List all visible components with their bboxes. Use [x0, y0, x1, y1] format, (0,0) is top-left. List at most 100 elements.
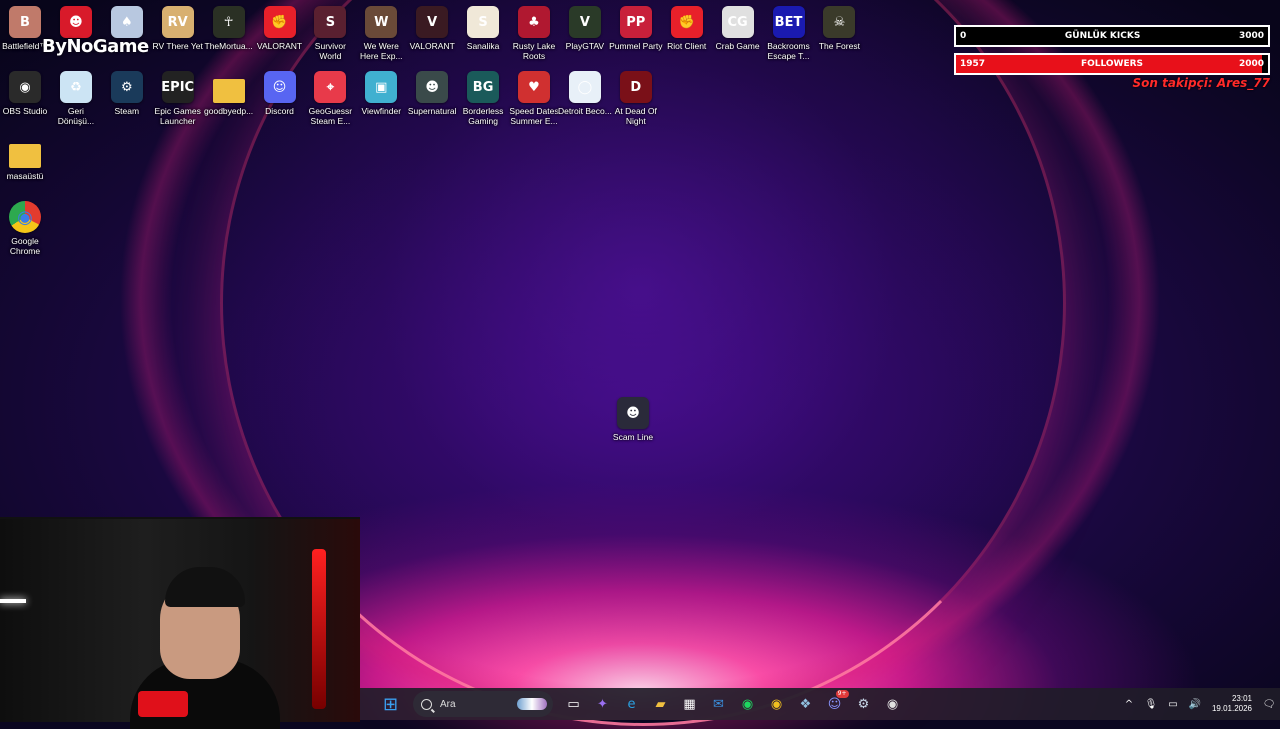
desktop-shortcut-label: The Forest: [818, 41, 860, 51]
desktop-shortcut-label: GeoGuessr Steam E...: [308, 106, 353, 126]
discord-icon[interactable]: ☺ 9+: [822, 690, 849, 717]
the-forest-icon: ☠: [823, 6, 856, 38]
desktop-shortcut[interactable]: ✊ Riot Client: [662, 6, 712, 51]
desktop-shortcut[interactable]: ☠ The Forest: [814, 6, 864, 51]
speed-dates-icon: ♥: [518, 71, 550, 103]
desktop-shortcut[interactable]: CG Crab Game: [713, 6, 763, 51]
recycle-bin-icon: ♻: [59, 71, 92, 103]
desktop-shortcut-label: Steam: [114, 106, 140, 116]
notification-icon[interactable]: 🗨: [1260, 699, 1278, 710]
battlefield-icon: B: [9, 6, 41, 38]
taskbar-app-glyph: ⊞: [382, 693, 399, 715]
webcam-feed: [0, 517, 360, 729]
desktop-shortcut-label: Google Chrome: [9, 236, 41, 256]
riot-client-icon: ✊: [670, 6, 703, 38]
kicks-current: 0: [960, 31, 967, 41]
taskbar-app-glyph: ✉: [713, 696, 724, 712]
steam-icon[interactable]: ⚙: [851, 691, 877, 717]
desktop-shortcut[interactable]: ♥ Speed Dates Summer E...: [509, 71, 559, 126]
desktop-shortcut-label: PlayGTAV: [565, 41, 605, 51]
desktop-shortcut[interactable]: ♣ Rusty Lake Roots: [509, 6, 559, 61]
tray-network-icon[interactable]: ▭: [1164, 699, 1182, 710]
scam-line-icon: ☻: [617, 397, 649, 429]
desktop-shortcut-label: Riot Client: [667, 41, 707, 51]
kicks-goal: 3000: [1238, 31, 1264, 41]
system-tray: ^ 🎙 ▭ 🔊 23:01 19.01.2026 🗨: [1118, 688, 1280, 720]
mail-icon[interactable]: ✉: [706, 691, 732, 717]
rusty-lake-icon: ♣: [518, 6, 550, 38]
chrome-icon[interactable]: ◉: [764, 691, 790, 717]
discord-icon: ☺: [263, 71, 296, 103]
desktop-shortcut-label: Backrooms Escape T...: [767, 41, 810, 61]
copilot-icon[interactable]: ✦: [590, 691, 616, 717]
followers-goal-bar: 1957 FOLLOWERS 2000: [954, 53, 1270, 75]
desktop-shortcut[interactable]: ◉ Google Chrome: [0, 201, 50, 256]
desktop-shortcut-label: Crab Game: [715, 41, 760, 51]
desktop-shortcut-label: Viewfinder: [361, 106, 402, 116]
search-placeholder: Ara: [440, 698, 456, 710]
taskbar-app-glyph: ☺: [827, 696, 842, 712]
desktop-shortcut[interactable]: D At Dead Of Night: [611, 71, 661, 126]
spotify-icon[interactable]: ◉: [735, 691, 761, 717]
borderless-gaming-icon: BG: [467, 71, 500, 103]
taskbar: ⊞ Ara ▭ ✦ e ▰ ▦ ✉ ◉ ◉ ❖ ☺ 9+ ⚙ ◉ ^ 🎙 ▭ 🔊 23:01 19.01…: [360, 688, 1280, 720]
desktop-shortcut[interactable]: S Sanalika: [458, 6, 508, 51]
desktop-shortcut-label: Speed Dates Summer E...: [509, 106, 559, 126]
desktop-shortcut-label: Borderless Gaming: [462, 106, 504, 126]
desktop-shortcut-label: TheMortua...: [204, 41, 253, 51]
search-highlight-icon: [517, 698, 547, 710]
ms-store-icon[interactable]: ▦: [677, 691, 703, 717]
desktop-shortcut[interactable]: RV RV There Yet: [153, 6, 203, 51]
desktop-shortcut[interactable]: ☻ Supernatural: [407, 71, 457, 116]
tray-volume-icon[interactable]: 🔊: [1186, 699, 1204, 710]
desktop-shortcut[interactable]: BG Borderless Gaming: [458, 71, 508, 126]
desktop-shortcut[interactable]: ◉ OBS Studio: [0, 71, 50, 116]
edge-icon[interactable]: e: [619, 691, 645, 717]
desktop-shortcut[interactable]: ☺ Discord: [255, 71, 305, 116]
desktop-shortcut[interactable]: ⚙ Steam: [102, 71, 152, 116]
desktop-shortcut[interactable]: ✊ VALORANT: [255, 6, 305, 51]
tray-overflow-chevron-icon[interactable]: ^: [1120, 699, 1138, 710]
tray-microphone-icon[interactable]: 🎙: [1142, 699, 1160, 710]
gtav-icon: V: [568, 6, 601, 38]
desktop-shortcut[interactable]: masaüstü: [0, 136, 50, 181]
desktop-shortcut[interactable]: W We Were Here Exp...: [356, 6, 406, 61]
obs-icon[interactable]: ◉: [880, 691, 906, 717]
we-were-here-icon: W: [365, 6, 398, 38]
backrooms-icon: BET: [772, 6, 805, 38]
desktop-shortcut[interactable]: ◯ Detroit Beco...: [557, 71, 612, 116]
desktop-shortcut[interactable]: ⌖ GeoGuessr Steam E...: [305, 71, 355, 126]
webcam-red-light: [312, 549, 326, 709]
taskbar-search[interactable]: Ara: [413, 691, 553, 717]
desktop-shortcut[interactable]: ♻ Geri Dönüşü...: [51, 71, 101, 126]
chrome-icon: ◉: [9, 201, 41, 233]
taskbar-clock[interactable]: 23:01 19.01.2026: [1212, 694, 1252, 714]
riot-icon: ✊: [263, 6, 296, 38]
red-character-icon: ☻: [59, 6, 92, 38]
desktop-shortcut[interactable]: S Survivor World: [305, 6, 355, 61]
desktop-shortcut[interactable]: ☥ TheMortua...: [204, 6, 254, 51]
brand-logo: ByNoGame: [42, 36, 149, 57]
stream-goal-overlay: 0 GÜNLÜK KICKS 3000 1957 FOLLOWERS 2000: [954, 25, 1270, 81]
app-settings-icon[interactable]: ❖: [793, 691, 819, 717]
desktop-shortcut-label: goodbyedp...: [204, 106, 254, 116]
valorant-icon: V: [416, 6, 449, 38]
viewfinder-icon: ▣: [365, 71, 398, 103]
desktop-shortcut-label: Detroit Beco...: [557, 106, 612, 116]
pummel-party-icon: PP: [619, 6, 652, 38]
file-explorer-icon[interactable]: ▰: [648, 691, 674, 717]
windows-start-icon[interactable]: ⊞: [378, 691, 404, 717]
desktop-shortcut-label: Survivor World: [314, 41, 346, 61]
desktop-shortcut[interactable]: EPIC Epic Games Launcher: [153, 71, 203, 126]
desktop-shortcut[interactable]: ▣ Viewfinder: [356, 71, 406, 116]
desktop-shortcut[interactable]: V PlayGTAV: [560, 6, 610, 51]
desktop-shortcut[interactable]: PP Pummel Party: [609, 6, 662, 51]
desktop-shortcut-label: VALORANT: [256, 41, 303, 51]
desktop-shortcut[interactable]: goodbyedp...: [204, 71, 254, 116]
kicks-label: GÜNLÜK KICKS: [1064, 31, 1141, 41]
task-view-icon[interactable]: ▭: [561, 691, 587, 717]
desktop-shortcut[interactable]: ☻ Scam Line: [608, 397, 658, 442]
desktop-shortcut[interactable]: V VALORANT: [407, 6, 457, 51]
desktop-shortcut[interactable]: BET Backrooms Escape T...: [764, 6, 814, 61]
last-follower-text: Son takipçi: Ares_77: [1132, 76, 1270, 90]
